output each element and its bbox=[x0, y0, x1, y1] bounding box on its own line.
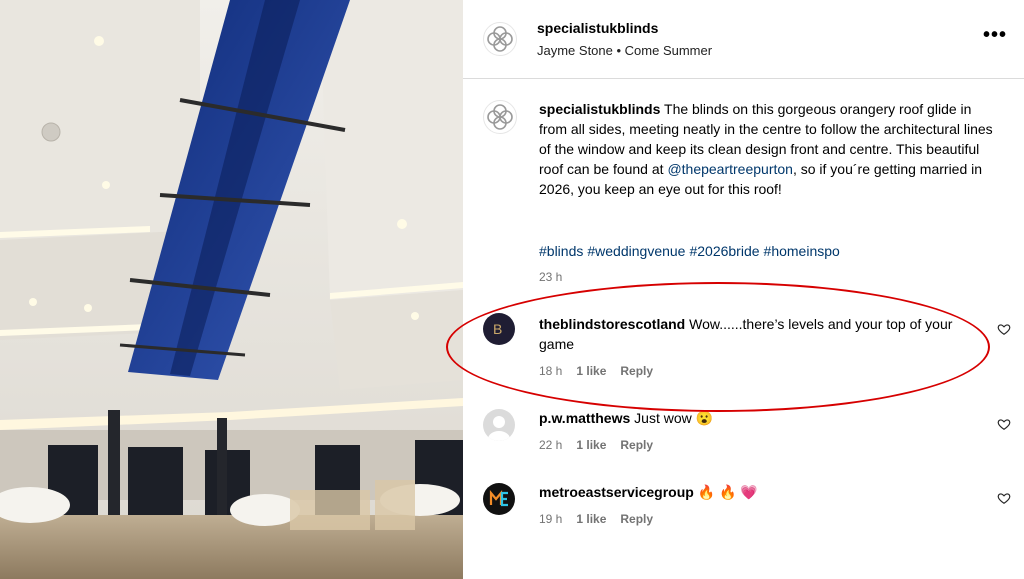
comment-meta: 22 h 1 like Reply bbox=[539, 438, 667, 452]
comment-avatar[interactable] bbox=[483, 409, 515, 441]
comment-text: p.w.matthews Just wow 😮 bbox=[539, 408, 969, 428]
avatar-letter: B bbox=[493, 321, 503, 337]
post-panel: specialistukblinds Jayme Stone • Come Su… bbox=[463, 0, 1024, 579]
comment-avatar[interactable] bbox=[483, 483, 515, 515]
post-photo[interactable] bbox=[0, 0, 463, 579]
caption-time[interactable]: 23 h bbox=[539, 270, 562, 284]
comment-meta: 19 h 1 like Reply bbox=[539, 512, 667, 526]
caption-username[interactable]: specialistukblinds bbox=[539, 101, 660, 117]
header-username[interactable]: specialistukblinds bbox=[537, 20, 658, 36]
caption-text: specialistukblinds The blinds on this go… bbox=[539, 99, 999, 199]
default-user-icon bbox=[488, 416, 510, 441]
brand-logo-icon bbox=[487, 26, 513, 52]
comment-username[interactable]: p.w.matthews bbox=[539, 410, 630, 426]
brand-logo-icon bbox=[487, 104, 513, 130]
comment-time[interactable]: 22 h bbox=[539, 438, 562, 452]
comment-likes[interactable]: 1 like bbox=[576, 512, 606, 526]
heart-icon[interactable] bbox=[997, 322, 1011, 336]
reply-button[interactable]: Reply bbox=[620, 364, 653, 378]
comment-username[interactable]: metroeastservicegroup bbox=[539, 484, 694, 500]
comment-likes[interactable]: 1 like bbox=[576, 364, 606, 378]
audio-track[interactable]: Jayme Stone • Come Summer bbox=[537, 43, 712, 58]
hashtag-link[interactable]: #homeinspo bbox=[764, 243, 840, 259]
metroeast-logo-icon bbox=[489, 489, 508, 507]
comment-avatar[interactable]: B bbox=[483, 313, 515, 345]
comment-username[interactable]: theblindstorescotland bbox=[539, 316, 685, 332]
more-options-icon[interactable]: ••• bbox=[983, 24, 1007, 47]
hashtag-link[interactable]: #weddingvenue bbox=[587, 243, 685, 259]
orangery-roof-image bbox=[0, 0, 463, 579]
comment-time[interactable]: 19 h bbox=[539, 512, 562, 526]
profile-avatar[interactable] bbox=[483, 22, 517, 56]
reply-button[interactable]: Reply bbox=[620, 438, 653, 452]
comment-text: theblindstorescotland Wow......there’s l… bbox=[539, 314, 969, 354]
heart-icon[interactable] bbox=[997, 491, 1011, 505]
hashtag-link[interactable]: #blinds bbox=[539, 243, 583, 259]
comment-text: metroeastservicegroup 🔥 🔥 💗 bbox=[539, 482, 969, 502]
comment-time[interactable]: 18 h bbox=[539, 364, 562, 378]
caption-avatar[interactable] bbox=[483, 100, 517, 134]
comment-meta: 18 h 1 like Reply bbox=[539, 364, 667, 378]
post-header: specialistukblinds Jayme Stone • Come Su… bbox=[463, 0, 1024, 79]
reply-button[interactable]: Reply bbox=[620, 512, 653, 526]
hashtag-link[interactable]: #2026bride bbox=[689, 243, 759, 259]
comment-body: Just wow 😮 bbox=[630, 410, 714, 426]
comment-likes[interactable]: 1 like bbox=[576, 438, 606, 452]
mention-link[interactable]: @thepeartreepurton bbox=[667, 161, 793, 177]
hashtags: #blinds #weddingvenue #2026bride #homeinspo bbox=[539, 241, 844, 261]
heart-icon[interactable] bbox=[997, 417, 1011, 431]
comment-body: 🔥 🔥 💗 bbox=[693, 484, 758, 500]
